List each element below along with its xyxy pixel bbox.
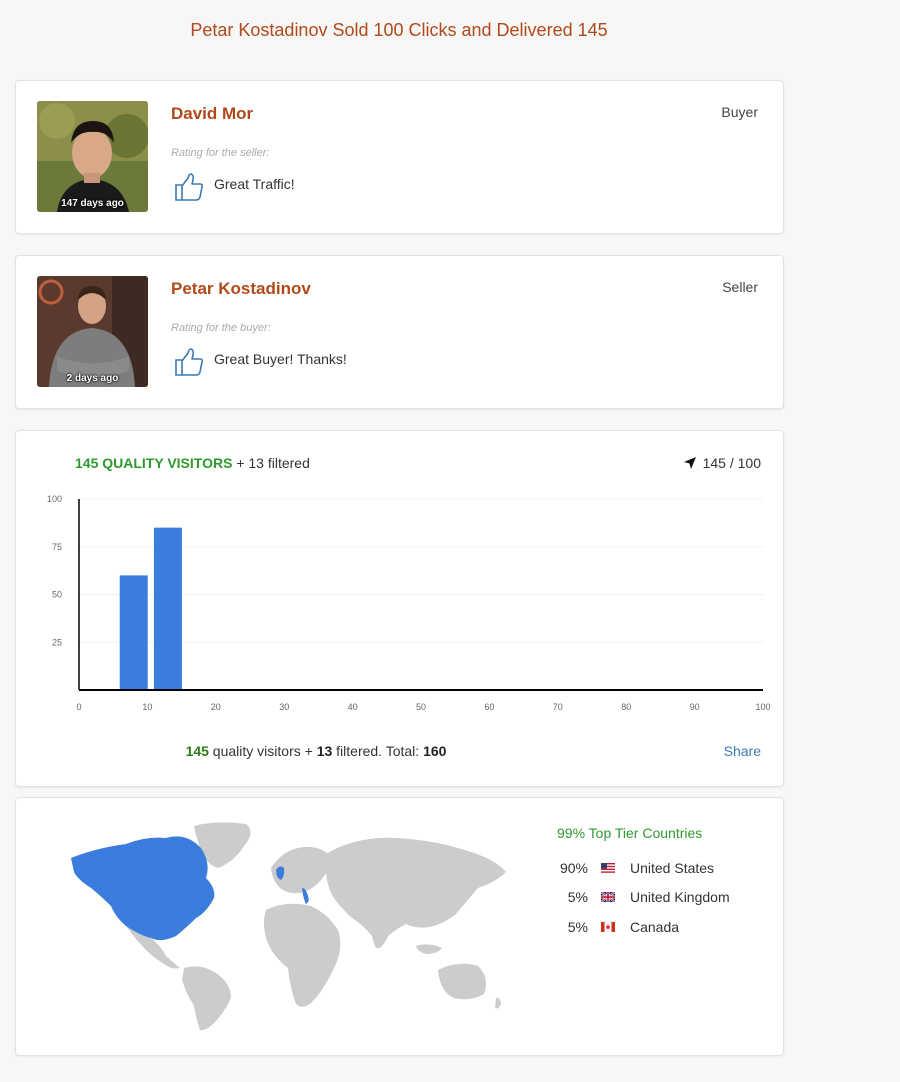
y-tick-label: 25	[52, 637, 62, 647]
x-tick-label: 70	[553, 702, 563, 712]
buyer-role: Buyer	[721, 104, 758, 120]
country-pct: 5%	[567, 919, 588, 935]
country-name: United Kingdom	[630, 889, 730, 905]
x-tick-label: 40	[348, 702, 358, 712]
navigation-arrow-icon	[683, 457, 696, 469]
progress-text: 145 / 100	[702, 455, 761, 471]
buyer-review-time: 147 days ago	[61, 198, 124, 209]
x-tick-label: 30	[279, 702, 289, 712]
y-tick-label: 75	[52, 542, 62, 552]
seller-avatar-photo	[37, 276, 148, 387]
africa-shape	[264, 903, 341, 1007]
geo-card: 99% Top Tier Countries 90% United States…	[15, 797, 784, 1056]
summary-filtered-count: 13	[316, 743, 333, 759]
asia-shape	[325, 837, 506, 941]
seller-rating-text: Great Traffic!	[214, 176, 295, 192]
filtered-label: + 13 filtered	[236, 455, 310, 471]
new-zealand-shape	[495, 997, 501, 1009]
x-tick-label: 20	[211, 702, 221, 712]
thumbs-up-icon	[173, 171, 205, 208]
canada-flag-icon	[601, 922, 615, 932]
x-tick-label: 60	[484, 702, 494, 712]
x-tick-label: 80	[621, 702, 631, 712]
visitors-heading: 145 QUALITY VISITORS + 13 filtered	[75, 455, 310, 471]
summary-total-count: 160	[423, 743, 447, 759]
y-tick-label: 50	[52, 590, 62, 600]
x-tick-label: 90	[690, 702, 700, 712]
world-map-svg	[71, 822, 506, 1031]
summary-quality-count: 145	[185, 743, 209, 759]
world-map	[66, 818, 511, 1038]
traffic-summary: 145 quality visitors + 13 filtered. Tota…	[16, 743, 616, 759]
delivery-progress: 145 / 100	[683, 455, 761, 471]
seller-avatar[interactable]: 2 days ago	[37, 276, 148, 387]
buyer-review-card: 147 days ago David Mor Buyer Rating for …	[15, 80, 784, 234]
page-title: Petar Kostadinov Sold 100 Clicks and Del…	[190, 20, 608, 40]
summary-quality-text: quality visitors +	[208, 743, 317, 759]
buyer-avatar[interactable]: 147 days ago	[37, 101, 148, 212]
thumbs-up-icon	[173, 346, 205, 383]
x-tick-label: 50	[416, 702, 426, 712]
buyer-rating-label: Rating for the buyer:	[171, 322, 271, 334]
traffic-bar-chart: 25 50 75 100 0 10 20 30 40 50 60 70 80 90 100	[47, 494, 771, 712]
summary-filtered-text: filtered. Total:	[332, 743, 424, 759]
south-america-shape	[182, 966, 231, 1031]
x-tick-label: 0	[76, 702, 81, 712]
country-row-us: 90% United States	[546, 858, 714, 878]
top-tier-countries-label: 99% Top Tier Countries	[557, 825, 703, 841]
chart-bar	[153, 527, 182, 690]
indonesia-shape	[416, 944, 442, 954]
seller-name[interactable]: Petar Kostadinov	[171, 279, 311, 299]
north-america-highlight	[71, 836, 215, 941]
country-row-canada: 5% Canada	[546, 917, 679, 937]
buyer-rating-text: Great Buyer! Thanks!	[214, 351, 347, 367]
seller-review-card: 2 days ago Petar Kostadinov Seller Ratin…	[15, 255, 784, 409]
quality-visitors-label: 145 QUALITY VISITORS	[75, 455, 233, 471]
seller-rating-label: Rating for the seller:	[171, 147, 270, 159]
seller-role: Seller	[722, 279, 758, 295]
y-tick-label: 100	[47, 494, 62, 504]
x-tick-label: 100	[755, 702, 770, 712]
chart-bar	[119, 575, 148, 690]
uk-flag-icon	[601, 892, 615, 902]
country-name: Canada	[630, 919, 680, 935]
us-flag-icon	[601, 863, 615, 873]
x-tick-label: 10	[142, 702, 152, 712]
seller-review-time: 2 days ago	[66, 373, 119, 384]
buyer-avatar-photo	[37, 101, 148, 212]
country-pct: 90%	[559, 860, 588, 876]
country-name: United States	[630, 860, 715, 876]
country-pct: 5%	[567, 889, 588, 905]
australia-shape	[438, 963, 486, 1000]
country-row-uk: 5% United Kingdom	[546, 887, 730, 907]
share-link[interactable]: Share	[724, 743, 761, 759]
buyer-name[interactable]: David Mor	[171, 104, 253, 124]
traffic-card: 25 50 75 100 0 10 20 30 40 50 60 70 80 90 100 145 QUAL…	[15, 430, 784, 787]
